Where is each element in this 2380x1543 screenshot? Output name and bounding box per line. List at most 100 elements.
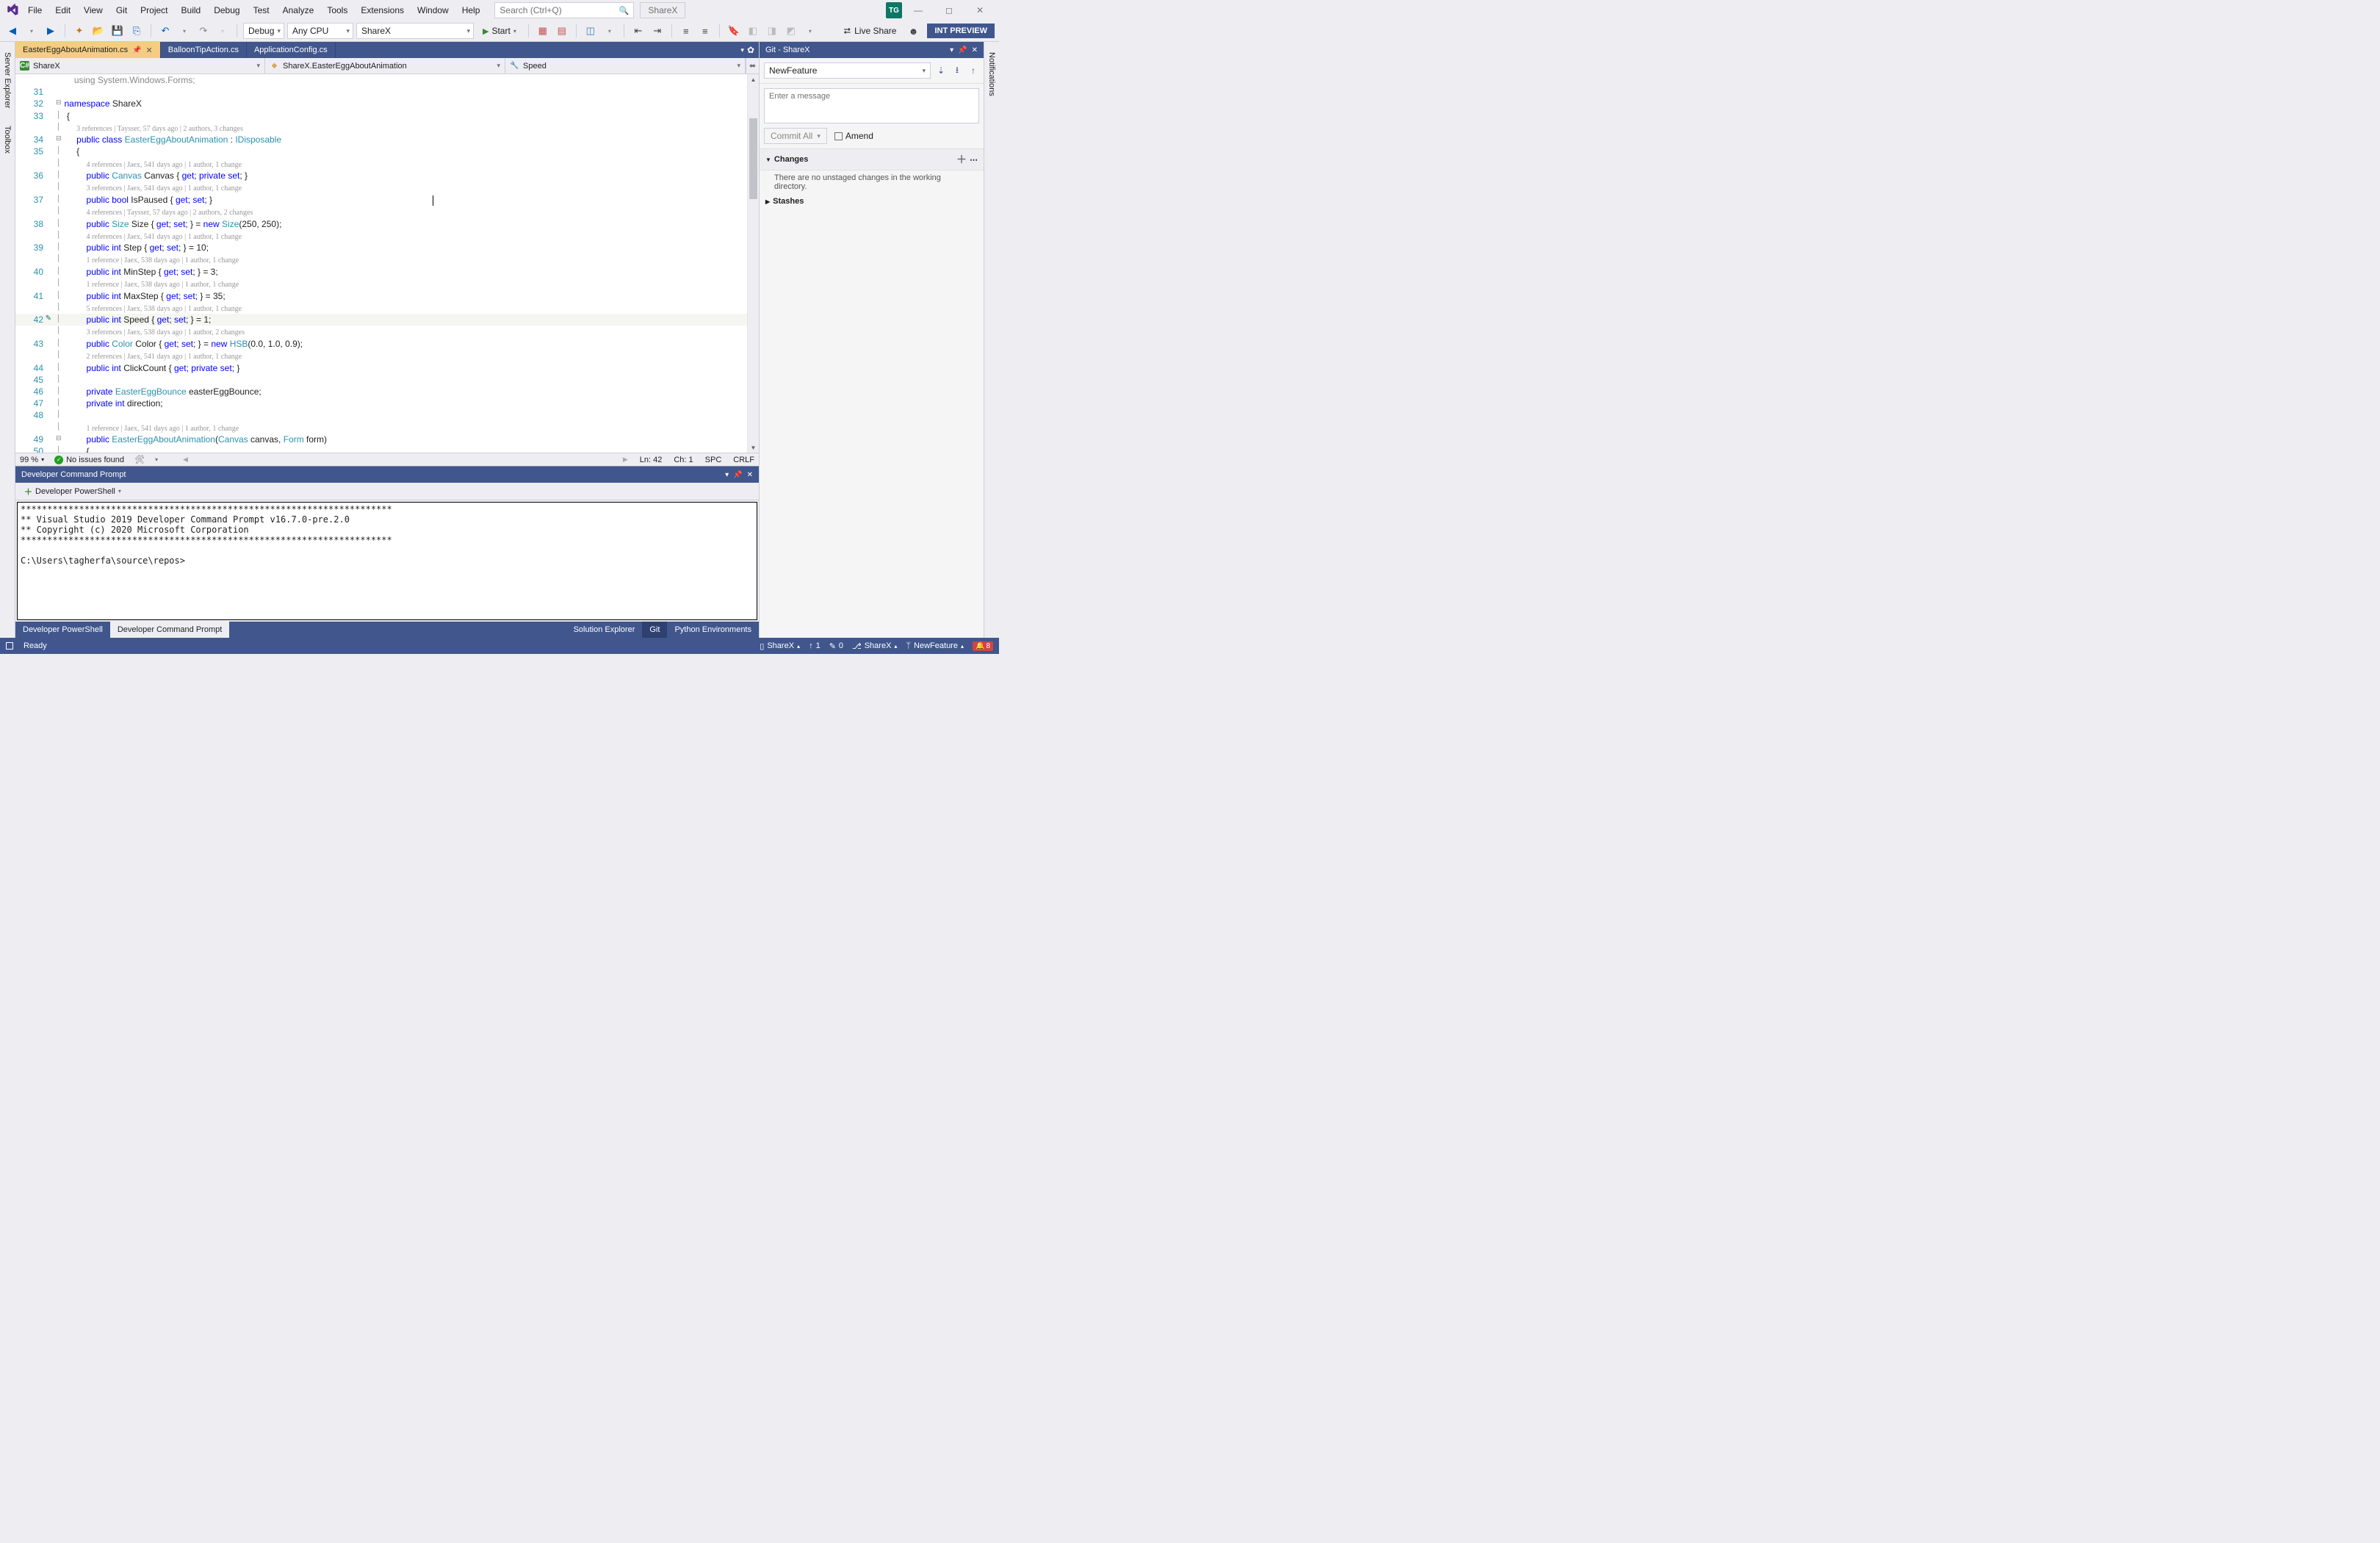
minimize-button[interactable]: — [904, 2, 933, 18]
back-dropdown-icon[interactable]: ▾ [24, 23, 40, 39]
terminal-output[interactable]: ****************************************… [17, 502, 757, 620]
int-preview-badge[interactable]: INT PREVIEW [927, 24, 995, 38]
user-avatar[interactable]: TG [886, 2, 902, 18]
undo-icon[interactable]: ↶ [157, 23, 173, 39]
nav-class[interactable]: ◆ ShareX.EasterEggAboutAnimation [265, 58, 505, 73]
scroll-left-icon[interactable]: ◀ [183, 456, 188, 464]
scroll-thumb[interactable] [749, 118, 757, 199]
tb-icon-2[interactable]: ▤ [554, 23, 570, 39]
panel-dropdown-icon[interactable]: ▾ [725, 471, 729, 479]
pull-icon[interactable]: ⭳ [951, 65, 963, 76]
tab-balloontipaction[interactable]: BalloonTipAction.cs [161, 42, 247, 58]
open-icon[interactable]: 📂 [90, 23, 107, 39]
tb-icon-1[interactable]: ▦ [535, 23, 551, 39]
scroll-up-icon[interactable]: ▲ [748, 74, 759, 84]
pin-icon[interactable]: 📌 [132, 46, 141, 54]
btab-dev-cmd[interactable]: Developer Command Prompt [110, 622, 229, 638]
nav-project[interactable]: C# ShareX [15, 58, 265, 73]
sb-branch[interactable]: ᛘNewFeature▴ [906, 641, 964, 650]
zoom-level[interactable]: 99 %▾ [20, 456, 44, 464]
menu-tools[interactable]: Tools [321, 2, 353, 18]
redo-icon[interactable]: ↷ [195, 23, 212, 39]
search-input[interactable]: Search (Ctrl+Q) 🔍 [494, 2, 634, 18]
back-icon[interactable]: ◀ [4, 23, 21, 39]
code-editor[interactable]: using System.Windows.Forms; 31 32⊟namesp… [15, 74, 747, 453]
config-dropdown[interactable]: Debug [243, 23, 284, 39]
nav-member[interactable]: 🔧 Speed [505, 58, 746, 73]
close-button[interactable]: ✕ [965, 2, 995, 18]
amend-checkbox[interactable]: Amend [834, 131, 873, 141]
align-icon-1[interactable]: ≡ [678, 23, 694, 39]
rail-server-explorer[interactable]: Server Explorer [1, 48, 13, 112]
maximize-button[interactable]: ◻ [934, 2, 964, 18]
close-tab-icon[interactable]: ✕ [146, 46, 153, 55]
platform-dropdown[interactable]: Any CPU [287, 23, 353, 39]
tabs-settings-icon[interactable]: ✿ [747, 45, 754, 55]
menu-test[interactable]: Test [248, 2, 275, 18]
sb-repo[interactable]: ▯ShareX▴ [760, 641, 800, 651]
tb-icon-3[interactable]: ◫ [583, 23, 599, 39]
redo-dropdown-icon[interactable]: ▾ [214, 23, 231, 39]
sb-repo-name[interactable]: ⎇ShareX▴ [852, 641, 897, 651]
menu-file[interactable]: File [22, 2, 48, 18]
rail-toolbox[interactable]: Toolbox [1, 121, 13, 158]
split-editor-icon[interactable]: ⬌ [746, 58, 759, 73]
sb-pending[interactable]: ✎0 [829, 641, 843, 651]
push-icon[interactable]: ↑ [967, 65, 979, 76]
stashes-section[interactable]: ▶ Stashes [760, 194, 984, 209]
more-icon[interactable]: ⋯ [970, 155, 978, 165]
notification-badge[interactable]: 🔔8 [973, 641, 993, 651]
scroll-down-icon[interactable]: ▼ [748, 442, 759, 453]
save-all-icon[interactable]: ⎘ [129, 23, 145, 39]
panel-close-icon[interactable]: ✕ [972, 46, 978, 54]
btab-solution-explorer[interactable]: Solution Explorer [566, 622, 643, 638]
branch-dropdown[interactable]: NewFeature [764, 62, 931, 79]
feedback-icon[interactable]: ☻ [905, 23, 921, 39]
editor-scrollbar[interactable]: ▲ ▼ [747, 74, 759, 453]
commit-message-input[interactable]: Enter a message [764, 88, 979, 123]
stage-all-icon[interactable]: ＋ [956, 152, 967, 167]
new-terminal-button[interactable]: ＋ Developer PowerShell ▾ [20, 483, 126, 500]
sb-outgoing[interactable]: ↑1 [809, 641, 821, 650]
rail-notifications[interactable]: Notifications [986, 48, 998, 101]
solution-dropdown[interactable]: ShareX [640, 2, 685, 18]
tabs-overflow-icon[interactable]: ▾ [740, 46, 744, 54]
scroll-right-icon[interactable]: ▶ [623, 456, 628, 464]
indent-icon[interactable]: ⇥ [649, 23, 666, 39]
bookmark-icon[interactable]: 🔖 [726, 23, 742, 39]
screwdriver-icon[interactable]: 🛠 [134, 455, 145, 464]
menu-view[interactable]: View [78, 2, 109, 18]
panel-pin-icon[interactable]: 📌 [958, 46, 967, 54]
changes-section[interactable]: ▼ Changes ＋ ⋯ [760, 148, 984, 170]
btab-git[interactable]: Git [642, 622, 667, 638]
tab-eastereggaboutanimation[interactable]: EasterEggAboutAnimation.cs 📌 ✕ [15, 42, 161, 58]
tab-applicationconfig[interactable]: ApplicationConfig.cs [247, 42, 336, 58]
btab-dev-powershell[interactable]: Developer PowerShell [15, 622, 110, 638]
live-share-button[interactable]: ⮂ Live Share [838, 26, 903, 37]
panel-pin-icon[interactable]: 📌 [733, 471, 742, 479]
menu-project[interactable]: Project [134, 2, 173, 18]
menu-analyze[interactable]: Analyze [277, 2, 320, 18]
menu-git[interactable]: Git [110, 2, 133, 18]
panel-dropdown-icon[interactable]: ▾ [950, 46, 953, 54]
startup-dropdown[interactable]: ShareX [356, 23, 474, 39]
undo-dropdown-icon[interactable]: ▾ [176, 23, 192, 39]
menu-edit[interactable]: Edit [49, 2, 76, 18]
menu-build[interactable]: Build [176, 2, 207, 18]
fetch-icon[interactable]: ⇣ [935, 65, 947, 76]
forward-icon[interactable]: ▶ [43, 23, 59, 39]
btab-python-env[interactable]: Python Environments [667, 622, 759, 638]
start-button[interactable]: ▶ Start ▾ [477, 23, 522, 39]
new-project-icon[interactable]: ✦ [71, 23, 87, 39]
outdent-icon[interactable]: ⇤ [630, 23, 646, 39]
panel-close-icon[interactable]: ✕ [747, 471, 753, 479]
menu-help[interactable]: Help [456, 2, 486, 18]
menu-extensions[interactable]: Extensions [355, 2, 410, 18]
menu-window[interactable]: Window [411, 2, 455, 18]
search-icon: 🔍 [619, 6, 630, 15]
save-icon[interactable]: 💾 [109, 23, 126, 39]
align-icon-2[interactable]: ≡ [697, 23, 713, 39]
menu-debug[interactable]: Debug [208, 2, 245, 18]
no-issues-indicator[interactable]: ✓ No issues found [54, 456, 124, 464]
commit-all-button[interactable]: Commit All [764, 128, 827, 144]
